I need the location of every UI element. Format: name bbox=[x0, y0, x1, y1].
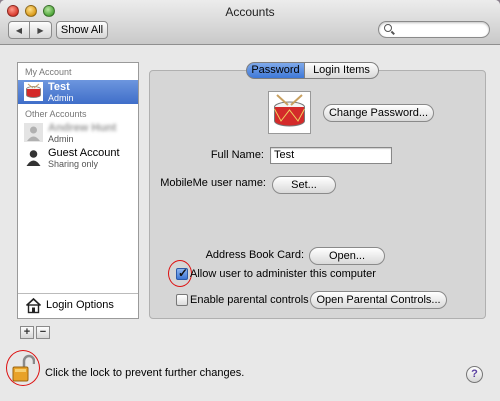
window-title: Accounts bbox=[225, 5, 275, 19]
help-button[interactable]: ? bbox=[466, 366, 483, 383]
drum-avatar-icon bbox=[24, 82, 43, 101]
list-item-my-account[interactable]: Test Admin bbox=[18, 80, 138, 104]
annotation-circle bbox=[168, 260, 192, 287]
show-all-button[interactable]: Show All bbox=[56, 21, 108, 39]
back-button[interactable]: ◀ bbox=[8, 21, 30, 39]
search-input[interactable] bbox=[378, 21, 490, 38]
login-options-item[interactable]: Login Options bbox=[18, 293, 138, 318]
login-options-label: Login Options bbox=[46, 299, 114, 311]
accounts-window: Accounts ◀ ▶ Show All My Account Test Ad… bbox=[0, 0, 500, 401]
forward-button[interactable]: ▶ bbox=[30, 21, 52, 39]
address-book-label: Address Book Card: bbox=[205, 249, 304, 261]
account-role: Sharing only bbox=[48, 159, 99, 169]
nav-buttons: ◀ ▶ bbox=[8, 21, 53, 39]
address-book-open-button[interactable]: Open... bbox=[309, 247, 385, 265]
drum-picture-icon bbox=[274, 94, 305, 127]
list-item-account[interactable]: Andrew Hunt Admin bbox=[18, 121, 138, 145]
tab-login-items[interactable]: Login Items bbox=[305, 62, 379, 79]
guest-user-icon bbox=[26, 150, 41, 166]
list-item-guest-account[interactable]: Guest Account Sharing only bbox=[18, 146, 138, 170]
full-name-field[interactable]: Test bbox=[270, 147, 392, 164]
open-parental-controls-button[interactable]: Open Parental Controls... bbox=[310, 291, 447, 309]
parental-controls-checkbox[interactable] bbox=[176, 294, 188, 306]
mobileme-label: MobileMe user name: bbox=[160, 177, 266, 189]
account-name: Guest Account bbox=[48, 147, 120, 159]
chevron-right-icon: ▶ bbox=[37, 25, 44, 35]
chevron-left-icon: ◀ bbox=[15, 25, 23, 35]
tab-password[interactable]: Password bbox=[246, 62, 305, 79]
user-picture[interactable] bbox=[268, 91, 311, 134]
account-name: Test bbox=[48, 81, 70, 93]
house-icon bbox=[25, 297, 42, 314]
full-name-label: Full Name: bbox=[210, 149, 264, 161]
parental-controls-label: Enable parental controls bbox=[190, 294, 309, 306]
account-name: Andrew Hunt bbox=[48, 122, 117, 134]
account-role: Admin bbox=[48, 93, 74, 103]
change-password-button[interactable]: Change Password... bbox=[323, 104, 434, 122]
accounts-list: My Account Test Admin Other Accounts And… bbox=[17, 62, 139, 319]
allow-admin-label: Allow user to administer this computer bbox=[190, 268, 376, 280]
other-accounts-heading: Other Accounts bbox=[25, 109, 87, 119]
my-account-heading: My Account bbox=[25, 67, 72, 77]
search-icon bbox=[384, 24, 392, 32]
lock-message: Click the lock to prevent further change… bbox=[45, 367, 245, 379]
tab-control: Password Login Items bbox=[246, 62, 379, 79]
details-panel bbox=[149, 70, 486, 319]
mobileme-set-button[interactable]: Set... bbox=[272, 176, 336, 194]
user-avatar-icon bbox=[24, 123, 43, 142]
annotation-circle bbox=[6, 350, 40, 386]
remove-account-button[interactable]: − bbox=[36, 326, 50, 339]
add-account-button[interactable]: + bbox=[20, 326, 34, 339]
titlebar: Accounts ◀ ▶ Show All bbox=[0, 0, 500, 45]
account-role: Admin bbox=[48, 134, 74, 144]
